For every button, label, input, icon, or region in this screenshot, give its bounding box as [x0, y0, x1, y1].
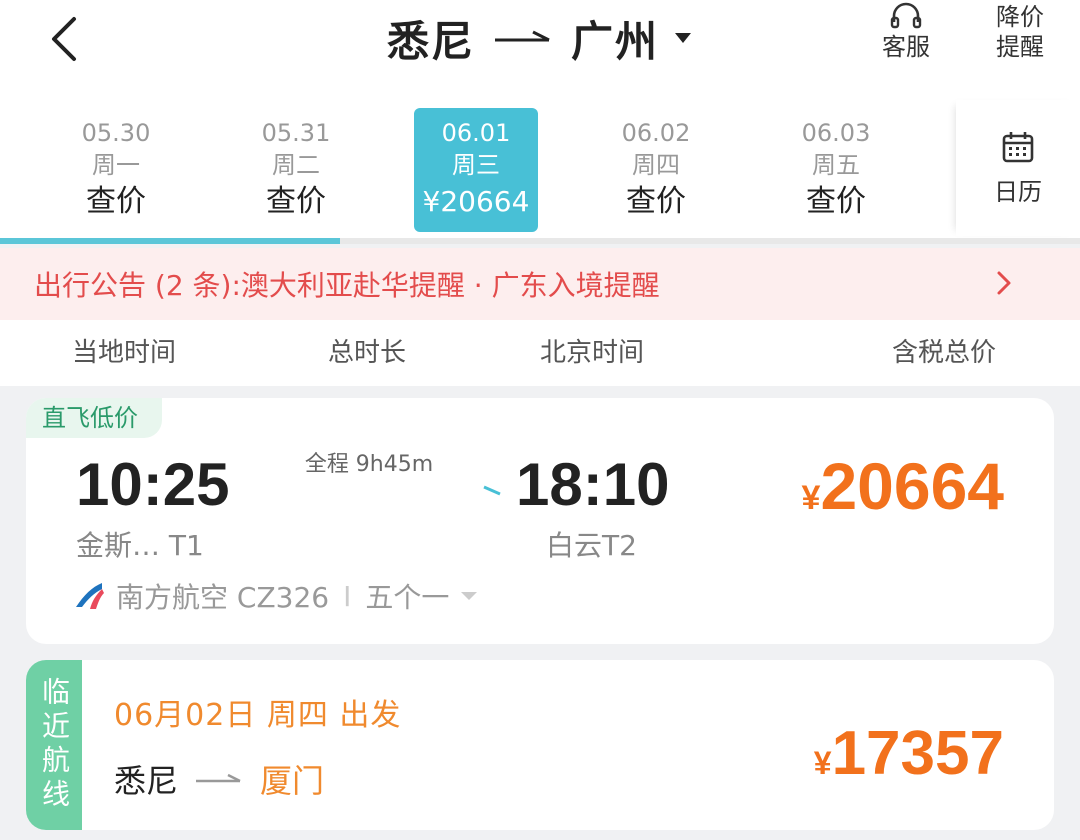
sort-total-price[interactable]: 含税总价 [892, 332, 996, 369]
notice-text: 出行公告 (2 条):澳大利亚赴华提醒 · 广东入境提醒 [34, 269, 660, 302]
flight-path-arrow-icon [250, 485, 501, 496]
date-option[interactable]: 05.31 周二 查价 [234, 108, 358, 232]
calendar-button[interactable]: 日历 [956, 100, 1080, 236]
weekday-label: 周五 [812, 151, 860, 179]
direct-low-price-tag: 直飞低价 [26, 398, 162, 438]
flight-card[interactable]: 直飞低价 10:25 金斯… T1 全程 9h45m 18:10 白云T2 ¥2… [26, 398, 1054, 644]
date-option[interactable]: 05.30 周一 查价 [54, 108, 178, 232]
headset-icon [890, 2, 922, 29]
nearby-destination: 厦门 [260, 762, 325, 800]
destination-city: 广州 [571, 16, 660, 66]
calendar-icon [1002, 131, 1034, 162]
nearby-route-tag: 临近航线 [26, 660, 82, 830]
date-selector: 05.30 周一 查价 05.31 周二 查价 06.01 周三 ¥20664 … [0, 100, 1080, 244]
customer-service-label: 客服 [882, 33, 930, 61]
route-arrow-icon [495, 30, 550, 42]
price-alert-label-line1: 降价 [996, 3, 1044, 31]
departure-time: 10:25 [76, 451, 230, 518]
airline-info: 南方航空 CZ326 I 五个一 [72, 576, 479, 616]
nearby-route: 悉尼 厦门 [114, 756, 324, 802]
separator: I [343, 579, 352, 613]
sort-beijing-time[interactable]: 北京时间 [540, 332, 644, 369]
chevron-down-icon[interactable] [459, 589, 479, 603]
currency-symbol: ¥ [801, 479, 821, 517]
date-price: 查价 [266, 184, 326, 219]
departure-airport: 金斯… T1 [76, 529, 204, 562]
customer-service-button[interactable]: 客服 [866, 2, 946, 72]
nearby-departure-date: 06月02日 周四 出发 [114, 698, 402, 733]
china-southern-logo-icon [76, 583, 104, 609]
date-price: ¥20664 [422, 185, 530, 218]
date-option[interactable]: 06.03 周五 查价 [774, 108, 898, 232]
nearby-price: ¥17357 [814, 718, 1004, 789]
date-option[interactable]: 06.02 周四 查价 [594, 108, 718, 232]
date-label: 06.03 [801, 119, 871, 147]
flight-schedule: 五个一 [365, 581, 450, 614]
date-label: 06.01 [441, 119, 511, 147]
date-option-selected[interactable]: 06.01 周三 ¥20664 [414, 108, 538, 232]
weekday-label: 周一 [92, 151, 140, 179]
price-alert-label-line2: 提醒 [996, 33, 1044, 61]
date-price: 查价 [806, 184, 866, 219]
origin-city: 悉尼 [386, 16, 475, 66]
date-label: 05.31 [261, 119, 331, 147]
price-alert-button[interactable]: 降价 提醒 [980, 2, 1060, 72]
date-price: 查价 [626, 184, 686, 219]
sort-duration[interactable]: 总时长 [328, 332, 406, 369]
price-value: 20664 [820, 449, 1004, 523]
date-label: 06.02 [621, 119, 691, 147]
chevron-right-icon [997, 271, 1011, 295]
sort-bar: 当地时间 总时长 北京时间 含税总价 [0, 320, 1080, 386]
calendar-label: 日历 [994, 177, 1042, 206]
chevron-down-icon [675, 33, 692, 43]
nearby-route-card[interactable]: 临近航线 06月02日 周四 出发 悉尼 厦门 ¥17357 [26, 660, 1054, 830]
weekday-label: 周二 [272, 151, 320, 179]
date-scroll-track [0, 238, 1080, 244]
flight-price: ¥20664 [802, 448, 1004, 524]
flight-duration: 全程 9h45m [304, 452, 434, 477]
date-label: 05.30 [81, 119, 151, 147]
date-scroll-thumb [0, 238, 340, 244]
date-price: 查价 [86, 184, 146, 219]
weekday-label: 周四 [632, 151, 680, 179]
travel-notice-banner[interactable]: 出行公告 (2 条):澳大利亚赴华提醒 · 广东入境提醒 [0, 248, 1080, 320]
sort-local-time[interactable]: 当地时间 [72, 332, 176, 369]
currency-symbol: ¥ [813, 745, 832, 781]
airline-flight-number: 南方航空 CZ326 [116, 581, 330, 614]
route-arrow-icon [196, 773, 241, 783]
top-nav-bar: 悉尼 广州 客服 降价 提醒 [0, 0, 1080, 100]
arrival-time: 18:10 [516, 451, 670, 518]
price-value: 17357 [831, 719, 1004, 788]
nearby-origin: 悉尼 [114, 762, 179, 800]
weekday-label: 周三 [452, 151, 500, 179]
arrival-airport: 白云T2 [546, 529, 637, 562]
